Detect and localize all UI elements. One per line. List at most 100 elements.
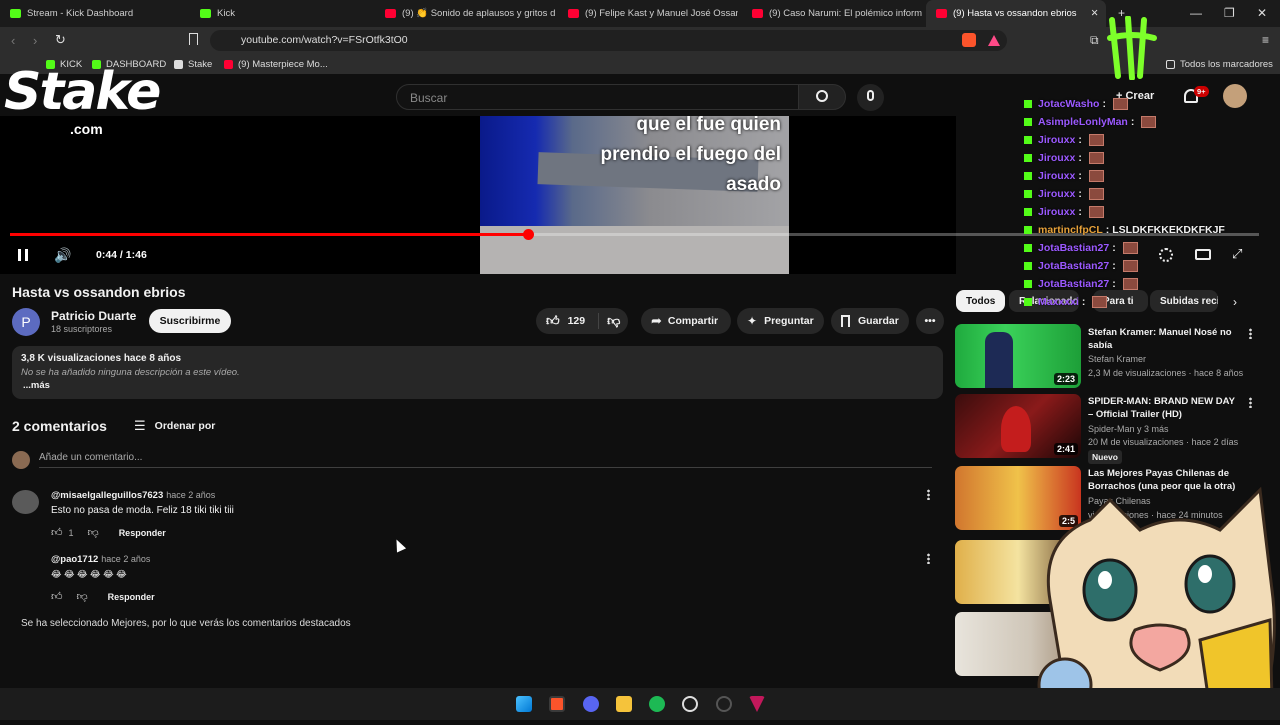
brave-browser-icon[interactable] xyxy=(549,696,565,712)
like-icon[interactable]: 👍︎ xyxy=(51,590,63,603)
save-button[interactable]: Guardar xyxy=(831,308,909,334)
like-icon[interactable]: 👍︎ xyxy=(546,313,560,329)
dislike-icon[interactable]: 👎︎ xyxy=(77,590,88,603)
video-caption: que el fue quien prendio el fuego del as… xyxy=(600,116,781,200)
related-channel[interactable]: Spider-Man y 3 más xyxy=(1088,424,1169,434)
chat-message: Jirouxx : xyxy=(1024,170,1104,182)
time-display: 0:44 / 1:46 xyxy=(96,249,147,261)
comment-author[interactable]: @pao1712 hace 2 años xyxy=(51,554,150,565)
related-menu-icon[interactable] xyxy=(1249,397,1252,408)
discord-icon[interactable] xyxy=(583,696,599,712)
comment-menu-icon[interactable] xyxy=(927,553,930,564)
stake-icon xyxy=(174,60,183,69)
app-icon[interactable] xyxy=(682,696,698,712)
chat-message: JotaBastian27 : xyxy=(1024,260,1138,272)
tab-label: (9) 👏 Sonido de aplausos y gritos de xyxy=(402,8,555,19)
stake-logo-domain: .com xyxy=(70,121,103,137)
chip-todos[interactable]: Todos xyxy=(956,290,1006,312)
maximize-icon[interactable]: ❐ xyxy=(1224,6,1235,20)
forward-icon[interactable]: › xyxy=(33,33,37,48)
dislike-icon[interactable]: 👎︎ xyxy=(598,313,620,329)
youtube-icon xyxy=(568,9,579,18)
chat-emote-icon xyxy=(1088,188,1104,200)
channel-avatar[interactable]: P xyxy=(12,308,40,336)
comment-author[interactable]: @misaelgalleguillos7623 hace 2 años xyxy=(51,490,215,501)
video-frame[interactable]: que el fue quien prendio el fuego del as… xyxy=(480,116,789,274)
author-name: @pao1712 xyxy=(51,554,99,565)
brave-rewards-icon[interactable] xyxy=(988,35,1000,46)
chat-separator: : xyxy=(1078,206,1082,218)
chat-separator: : xyxy=(1078,152,1082,164)
reply-button[interactable]: Responder xyxy=(108,592,155,602)
menu-icon[interactable]: ≡ xyxy=(1262,33,1269,47)
subscribe-button[interactable]: Suscribirme xyxy=(149,309,231,333)
chat-username: JotaBastian27 xyxy=(1038,260,1110,272)
chat-emote-icon xyxy=(1088,206,1104,218)
share-button[interactable]: ➦ Compartir xyxy=(641,308,731,334)
stake-logo: Stake xyxy=(4,62,161,122)
related-channel[interactable]: Stefan Kramer xyxy=(1088,354,1146,364)
close-window-icon[interactable]: ✕ xyxy=(1257,6,1267,20)
more-actions-button[interactable]: ••• xyxy=(916,308,944,334)
dislike-icon[interactable]: 👎︎ xyxy=(88,526,99,539)
add-comment-input[interactable]: Añade un comentario... xyxy=(39,452,142,463)
browser-tab-3[interactable]: (9) Felipe Kast y Manuel José Ossand xyxy=(558,0,738,27)
windows-start-icon[interactable] xyxy=(516,696,532,712)
sort-icon: ☰ xyxy=(134,418,146,433)
bookmark-stake[interactable]: Stake xyxy=(174,59,212,70)
comment-menu-icon[interactable] xyxy=(927,489,930,500)
description-box[interactable]: 3,8 K visualizaciones hace 8 años No se … xyxy=(12,346,943,399)
bookmark-icon[interactable] xyxy=(189,33,198,45)
related-title[interactable]: Stefan Kramer: Manuel Nosé no sabía xyxy=(1088,326,1240,352)
browser-tab-1[interactable]: Kick xyxy=(190,0,375,27)
kick-badge-icon xyxy=(1024,154,1032,162)
chat-separator: : xyxy=(1130,116,1135,128)
chat-emote-icon xyxy=(1141,116,1157,128)
brave-shield-icon[interactable] xyxy=(962,33,976,47)
like-icon[interactable]: 👍︎ xyxy=(51,526,63,539)
monster-logo xyxy=(1106,15,1158,81)
url-field[interactable]: youtube.com/watch?v=FSrOtfk3tO0 xyxy=(210,30,1007,51)
browser-tab-5[interactable]: (9) Hasta vs ossandon ebrios ✕ xyxy=(926,0,1106,27)
tab-label: Stream - Kick Dashboard xyxy=(27,8,134,19)
commenter-avatar[interactable] xyxy=(12,490,39,514)
kick-badge-icon xyxy=(1024,190,1032,198)
chat-text: LSLDKFKKEKDKFKJF xyxy=(1112,224,1225,236)
related-menu-icon[interactable] xyxy=(1249,328,1252,339)
reply-button[interactable]: Responder xyxy=(119,528,166,538)
search-button[interactable] xyxy=(798,84,846,110)
reload-icon[interactable]: ↻ xyxy=(55,32,66,48)
like-count[interactable]: 129 xyxy=(568,315,586,327)
close-tab-icon[interactable]: ✕ xyxy=(1091,8,1099,19)
browser-tab-2[interactable]: (9) 👏 Sonido de aplausos y gritos de xyxy=(375,0,555,27)
folder-icon xyxy=(1166,60,1175,69)
channel-name[interactable]: Patricio Duarte xyxy=(51,309,136,323)
all-bookmarks[interactable]: Todos los marcadores xyxy=(1166,59,1273,70)
save-icon xyxy=(841,315,850,327)
related-title[interactable]: SPIDER-MAN: BRAND NEW DAY – Official Tra… xyxy=(1088,395,1240,421)
video-thumbnail[interactable]: 2:23 xyxy=(955,324,1081,388)
video-thumbnail[interactable]: 2:41 xyxy=(955,394,1081,458)
chat-username: JotacWasho xyxy=(1038,98,1100,110)
pause-icon[interactable] xyxy=(18,249,28,261)
share-label: Compartir xyxy=(667,315,719,327)
ask-button[interactable]: ✦ Preguntar xyxy=(737,308,824,334)
volume-icon[interactable]: 🔊 xyxy=(54,247,71,264)
share-icon: ➦ xyxy=(651,313,662,328)
search-input[interactable]: Buscar xyxy=(396,84,799,110)
back-icon[interactable]: ‹ xyxy=(11,33,15,48)
bookmark-masterpiece[interactable]: (9) Masterpiece Mo... xyxy=(224,59,328,70)
file-explorer-icon[interactable] xyxy=(616,696,632,712)
spotify-icon[interactable] xyxy=(649,696,665,712)
show-more-link[interactable]: ...más xyxy=(23,380,50,391)
minimize-icon[interactable]: — xyxy=(1190,6,1202,20)
extensions-icon[interactable]: ⧉ xyxy=(1090,33,1099,48)
browser-tab-0[interactable]: Stream - Kick Dashboard xyxy=(0,0,190,27)
browser-tab-4[interactable]: (9) Caso Narumi: El polémico informe xyxy=(742,0,922,27)
thumbnail-figure xyxy=(1001,406,1031,452)
kick-icon xyxy=(10,9,21,18)
voice-search-button[interactable] xyxy=(857,84,884,111)
obs-icon[interactable] xyxy=(716,696,732,712)
sort-button[interactable]: ☰ Ordenar por xyxy=(134,418,215,434)
caption-line: prendio el fuego del xyxy=(600,144,781,165)
